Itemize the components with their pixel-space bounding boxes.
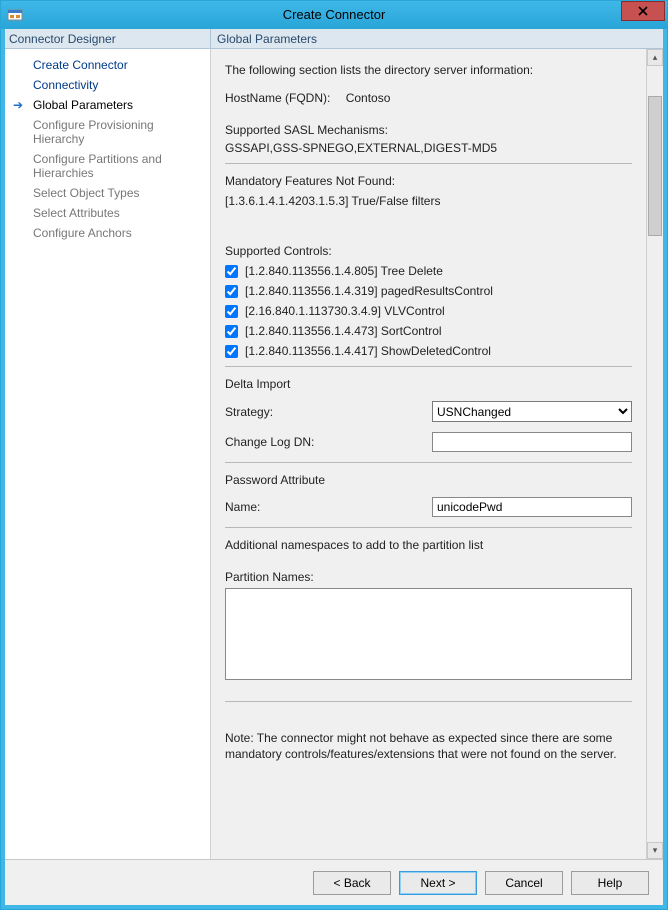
hostname-value: Contoso	[346, 91, 391, 105]
hostname-label: HostName (FQDN):	[225, 91, 330, 105]
footer: < Back Next > Cancel Help	[5, 859, 663, 905]
pwd-name-input[interactable]	[432, 497, 632, 517]
app-icon	[7, 7, 23, 23]
control-label: [1.2.840.113556.1.4.319] pagedResultsCon…	[245, 284, 493, 298]
scroll-up-button[interactable]: ▴	[647, 49, 663, 66]
divider	[225, 462, 632, 463]
warning-note: Note: The connector might not behave as …	[225, 730, 632, 762]
control-label: [2.16.840.1.113730.3.4.9] VLVControl	[245, 304, 445, 318]
divider	[225, 163, 632, 164]
control-label: [1.2.840.113556.1.4.805] Tree Delete	[245, 264, 443, 278]
nav-label: Configure Partitions and Hierarchies	[33, 152, 162, 180]
nav-label: Connectivity	[33, 78, 98, 92]
nav-label: Configure Anchors	[33, 226, 132, 240]
controls-list: [1.2.840.113556.1.4.805] Tree Delete [1.…	[225, 264, 632, 358]
control-checkbox[interactable]	[225, 325, 238, 338]
control-checkbox[interactable]	[225, 265, 238, 278]
mandatory-header: Mandatory Features Not Found:	[225, 174, 632, 188]
controls-header: Supported Controls:	[225, 244, 632, 258]
control-sort: [1.2.840.113556.1.4.473] SortControl	[225, 324, 632, 338]
client-area: Connector Designer Global Parameters Cre…	[1, 29, 667, 909]
strategy-label: Strategy:	[225, 405, 432, 419]
control-paged-results: [1.2.840.113556.1.4.319] pagedResultsCon…	[225, 284, 632, 298]
nav-configure-partitions-hierarchies: Configure Partitions and Hierarchies	[5, 149, 210, 183]
scroll-thumb[interactable]	[648, 96, 662, 236]
pwd-name-row: Name:	[225, 497, 632, 517]
strategy-select[interactable]: USNChanged	[432, 401, 632, 422]
content-wrap: The following section lists the director…	[211, 49, 663, 859]
nav-label: Global Parameters	[33, 98, 133, 112]
nav-label: Create Connector	[33, 58, 128, 72]
close-button[interactable]	[621, 1, 665, 21]
control-checkbox[interactable]	[225, 285, 238, 298]
nav-connectivity[interactable]: Connectivity	[5, 75, 210, 95]
nav-select-attributes: Select Attributes	[5, 203, 210, 223]
divider	[225, 527, 632, 528]
pwd-name-label: Name:	[225, 500, 432, 514]
nav-label: Configure Provisioning Hierarchy	[33, 118, 154, 146]
back-button[interactable]: < Back	[313, 871, 391, 895]
strategy-row: Strategy: USNChanged	[225, 401, 632, 422]
pwd-header: Password Attribute	[225, 473, 632, 487]
ns-header: Additional namespaces to add to the part…	[225, 538, 632, 552]
partition-names-input[interactable]	[225, 588, 632, 680]
divider	[225, 701, 632, 702]
control-label: [1.2.840.113556.1.4.417] ShowDeletedCont…	[245, 344, 491, 358]
sidebar-header: Connector Designer	[5, 29, 211, 49]
intro-text: The following section lists the director…	[225, 63, 632, 77]
control-checkbox[interactable]	[225, 305, 238, 318]
sasl-label: Supported SASL Mechanisms:	[225, 123, 632, 137]
nav-configure-provisioning-hierarchy: Configure Provisioning Hierarchy	[5, 115, 210, 149]
mandatory-item: [1.3.6.1.4.1.4203.1.5.3] True/False filt…	[225, 194, 632, 208]
help-button[interactable]: Help	[571, 871, 649, 895]
chevron-down-icon: ▾	[653, 845, 658, 856]
content-header: Global Parameters	[211, 29, 663, 49]
panel-headers: Connector Designer Global Parameters	[5, 29, 663, 49]
changelog-label: Change Log DN:	[225, 435, 432, 449]
control-tree-delete: [1.2.840.113556.1.4.805] Tree Delete	[225, 264, 632, 278]
nav-select-object-types: Select Object Types	[5, 183, 210, 203]
control-vlv: [2.16.840.1.113730.3.4.9] VLVControl	[225, 304, 632, 318]
cancel-button[interactable]: Cancel	[485, 871, 563, 895]
content: The following section lists the director…	[211, 49, 646, 859]
hostname-row: HostName (FQDN): Contoso	[225, 91, 632, 105]
create-connector-window: Create Connector Connector Designer Glob…	[0, 0, 668, 910]
control-label: [1.2.840.113556.1.4.473] SortControl	[245, 324, 442, 338]
nav-create-connector[interactable]: Create Connector	[5, 55, 210, 75]
partition-label: Partition Names:	[225, 570, 632, 584]
changelog-input[interactable]	[432, 432, 632, 452]
current-step-arrow-icon: ➔	[13, 98, 23, 112]
scroll-track[interactable]	[647, 66, 663, 842]
delta-header: Delta Import	[225, 377, 632, 391]
nav-label: Select Object Types	[33, 186, 140, 200]
vertical-scrollbar[interactable]: ▴ ▾	[646, 49, 663, 859]
divider	[225, 366, 632, 367]
sasl-value: GSSAPI,GSS-SPNEGO,EXTERNAL,DIGEST-MD5	[225, 141, 632, 155]
nav-global-parameters[interactable]: ➔ Global Parameters	[5, 95, 210, 115]
chevron-up-icon: ▴	[653, 52, 658, 63]
titlebar: Create Connector	[1, 1, 667, 29]
body: Create Connector Connectivity ➔ Global P…	[5, 49, 663, 859]
next-button[interactable]: Next >	[399, 871, 477, 895]
nav-configure-anchors: Configure Anchors	[5, 223, 210, 243]
nav-label: Select Attributes	[33, 206, 120, 220]
sidebar: Create Connector Connectivity ➔ Global P…	[5, 49, 211, 859]
control-checkbox[interactable]	[225, 345, 238, 358]
changelog-row: Change Log DN:	[225, 432, 632, 452]
window-title: Create Connector	[1, 7, 667, 22]
control-show-deleted: [1.2.840.113556.1.4.417] ShowDeletedCont…	[225, 344, 632, 358]
scroll-down-button[interactable]: ▾	[647, 842, 663, 859]
